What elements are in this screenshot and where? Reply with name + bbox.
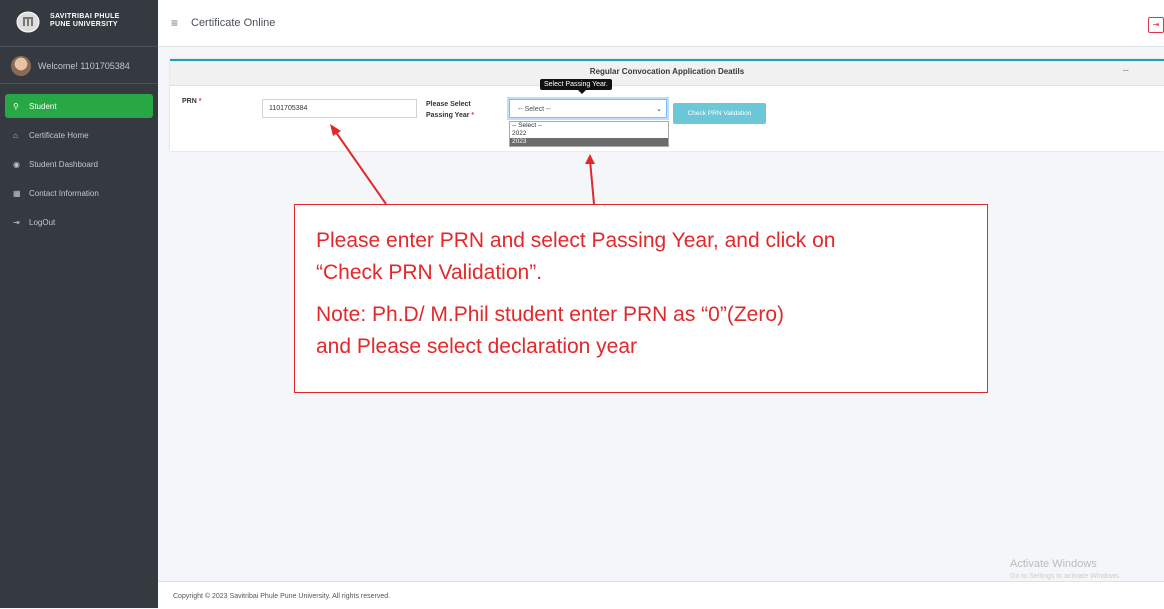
- callout-line2: “Check PRN Validation”.: [316, 261, 543, 284]
- activate-windows-subtitle: Go to Settings to activate Windows.: [1010, 573, 1121, 580]
- instruction-callout: Please enter PRN and select Passing Year…: [294, 204, 988, 393]
- arrow-head-year: [585, 154, 595, 164]
- arrow-head-prn: [330, 124, 341, 136]
- copyright-text: Copyright © 2023 Savitribai Phule Pune U…: [173, 593, 391, 600]
- activate-windows-title: Activate Windows: [1010, 558, 1097, 570]
- callout-text: Please enter PRN and select Passing Year…: [316, 225, 976, 373]
- footer: Copyright © 2023 Savitribai Phule Pune U…: [158, 581, 1164, 609]
- callout-line4: and Please select declaration year: [316, 335, 638, 358]
- arrow-to-year: [589, 159, 595, 205]
- callout-line3: Note: Ph.D/ M.Phil student enter PRN as …: [316, 303, 784, 326]
- callout-line1: Please enter PRN and select Passing Year…: [316, 229, 836, 252]
- arrow-to-prn: [332, 127, 387, 205]
